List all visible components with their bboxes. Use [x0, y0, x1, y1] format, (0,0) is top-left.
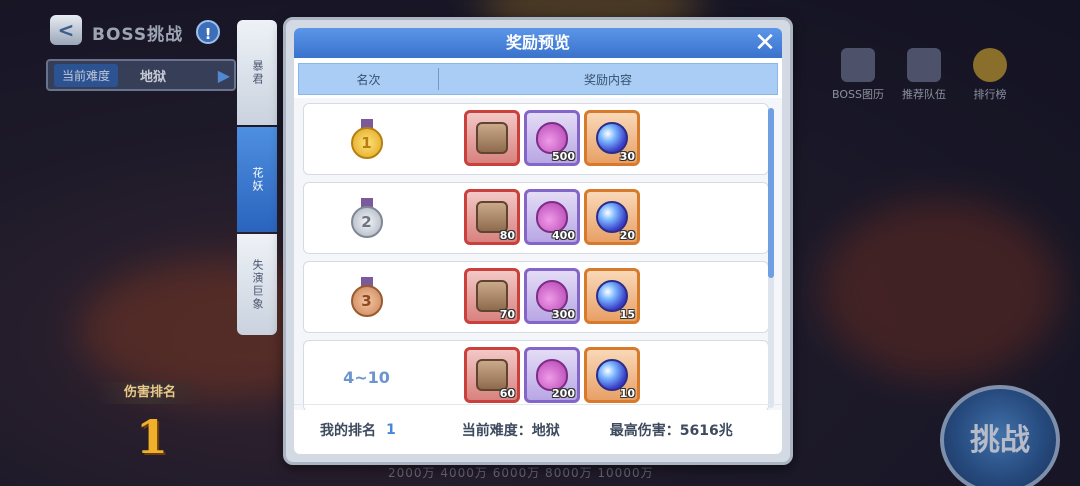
- boss-tab-0[interactable]: 暴君: [237, 20, 277, 125]
- reward-row: 4~10 60 200 10: [303, 340, 769, 410]
- box-icon: [476, 122, 508, 154]
- info-icon[interactable]: !: [196, 20, 220, 44]
- modal-body: 奖励预览 ✕ 名次 奖励内容 1 500 30 2 80 400 20 3 70 300 15 4~1…: [294, 28, 782, 454]
- silver-medal-icon: 2: [350, 198, 384, 240]
- item-quantity: 15: [619, 308, 635, 321]
- reward-item-potion[interactable]: 500: [524, 110, 580, 166]
- medal-rank-number: 3: [350, 285, 383, 317]
- boss-tab-1[interactable]: 花妖: [237, 127, 277, 232]
- reward-list[interactable]: 1 500 30 2 80 400 20 3 70 300 15 4~10 60 200 10: [294, 98, 782, 410]
- modal-footer: 我的排名 1 当前难度：地狱 最高伤害：5616兆: [294, 404, 782, 454]
- side-icons: BOSS图历 推荐队伍 排行榜: [830, 48, 1018, 102]
- reward-item-orb[interactable]: 20: [584, 189, 640, 245]
- bronze-medal-icon: 3: [350, 277, 384, 319]
- medal-rank-number: 2: [350, 206, 383, 238]
- medal-rank-number: 1: [350, 127, 383, 159]
- trophy-icon: [973, 48, 1007, 82]
- item-quantity: 400: [552, 229, 575, 242]
- column-reward-content: 奖励内容: [583, 72, 632, 87]
- gold-medal-icon: 1: [350, 119, 384, 161]
- reward-item-orb[interactable]: 30: [584, 110, 640, 166]
- close-icon[interactable]: ✕: [752, 30, 778, 56]
- current-difficulty: 当前难度：地狱: [461, 422, 560, 439]
- damage-scale: 2000万 4000万 6000万 8000万 10000万: [388, 466, 654, 480]
- book-icon: [841, 48, 875, 82]
- item-quantity: 300: [552, 308, 575, 321]
- my-rank-label: 我的排名: [320, 422, 376, 439]
- reward-items: 70 300 15: [464, 268, 640, 324]
- back-button[interactable]: <: [50, 15, 82, 45]
- item-quantity: 70: [499, 308, 515, 321]
- reward-item-box[interactable]: 70: [464, 268, 520, 324]
- reward-row: 3 70 300 15: [303, 261, 769, 333]
- boss-tabs: 暴君 花妖 失演巨象: [237, 20, 277, 335]
- item-quantity: 200: [552, 387, 575, 400]
- reward-item-potion[interactable]: 300: [524, 268, 580, 324]
- reward-row: 1 500 30: [303, 103, 769, 175]
- reward-item-orb[interactable]: 15: [584, 268, 640, 324]
- rank-cell: 4~10: [304, 341, 429, 410]
- damage-rank-value: 1: [136, 410, 169, 464]
- modal-title: 奖励预览: [505, 33, 570, 52]
- reward-item-orb[interactable]: 10: [584, 347, 640, 403]
- damage-rank-heading: 伤害排名: [96, 382, 204, 404]
- item-quantity: 10: [619, 387, 635, 400]
- reward-items: 500 30: [464, 110, 640, 166]
- reward-items: 80 400 20: [464, 189, 640, 245]
- max-damage: 最高伤害：5616兆: [609, 422, 733, 439]
- team-icon: [907, 48, 941, 82]
- boss-tab-2[interactable]: 失演巨象: [237, 234, 277, 335]
- page-title: BOSS挑战: [92, 25, 184, 45]
- reward-item-box[interactable]: 80: [464, 189, 520, 245]
- rank-range-text: 4~10: [343, 367, 390, 387]
- scrollbar[interactable]: [768, 108, 774, 408]
- reward-item-box[interactable]: [464, 110, 520, 166]
- reward-item-box[interactable]: 60: [464, 347, 520, 403]
- item-quantity: 30: [619, 150, 635, 163]
- leaderboard-button[interactable]: 排行榜: [962, 48, 1018, 102]
- item-quantity: 60: [499, 387, 515, 400]
- rank-cell: 3: [304, 262, 429, 334]
- difficulty-label: 当前难度: [54, 63, 119, 87]
- reward-item-potion[interactable]: 400: [524, 189, 580, 245]
- recommended-team-button[interactable]: 推荐队伍: [896, 48, 952, 102]
- column-header: 名次 奖励内容: [298, 63, 778, 95]
- my-rank-value: 1: [386, 421, 396, 438]
- reward-preview-modal: 奖励预览 ✕ 名次 奖励内容 1 500 30 2 80 400 20 3 70 300 15 4~1…: [283, 17, 793, 465]
- boss-gallery-button[interactable]: BOSS图历: [830, 48, 886, 102]
- reward-items: 60 200 10: [464, 347, 640, 403]
- column-rank: 名次: [299, 68, 439, 90]
- item-quantity: 500: [552, 150, 575, 163]
- item-quantity: 20: [619, 229, 635, 242]
- difficulty-selector[interactable]: 当前难度 地狱 ▶: [46, 59, 236, 91]
- modal-header: 奖励预览 ✕: [294, 28, 782, 58]
- item-quantity: 80: [499, 229, 515, 242]
- challenge-button[interactable]: 挑战: [940, 385, 1060, 486]
- rank-cell: 2: [304, 183, 429, 255]
- difficulty-value: 地狱: [140, 69, 167, 85]
- reward-item-potion[interactable]: 200: [524, 347, 580, 403]
- reward-row: 2 80 400 20: [303, 182, 769, 254]
- rank-cell: 1: [304, 104, 429, 176]
- triangle-right-icon: ▶: [217, 65, 230, 85]
- scroll-thumb[interactable]: [768, 108, 774, 278]
- back-arrow-icon: <: [57, 18, 75, 42]
